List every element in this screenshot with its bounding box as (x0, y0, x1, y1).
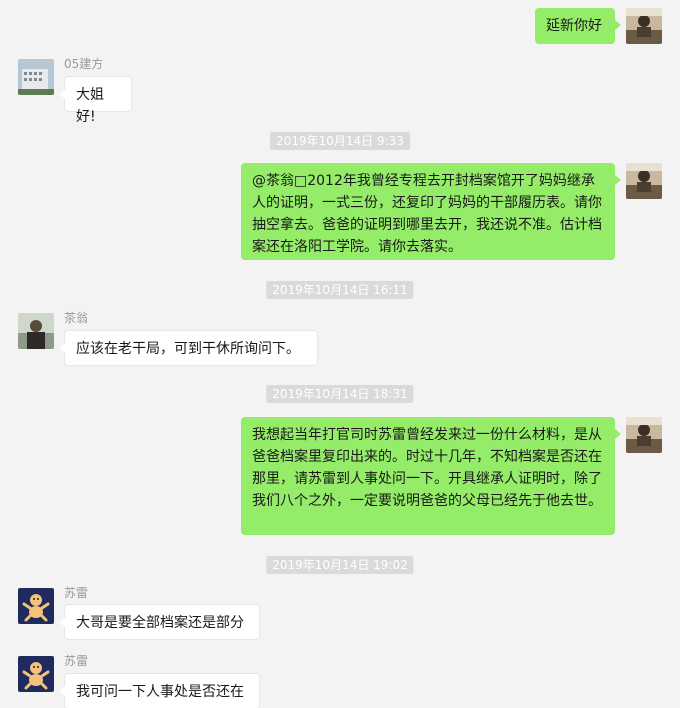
avatar[interactable] (18, 656, 54, 692)
avatar-self-icon (626, 163, 662, 199)
message-bubble-incoming[interactable]: 应该在老干局，可到干休所询问下。 (59, 330, 318, 366)
avatar-cartoon-icon (18, 588, 54, 624)
sender-name: 苏雷 (64, 654, 89, 668)
avatar[interactable] (626, 163, 662, 199)
message-bubble-outgoing[interactable]: 我想起当年打官司时苏雷曾经发来过一份什么材料，是从爸爸档案里复印出来的。时过十几… (241, 417, 621, 535)
timestamp: 2019年10月14日 19:02 (266, 556, 414, 574)
avatar-self-icon (626, 8, 662, 44)
message-bubble-incoming[interactable]: 大姐好! (59, 76, 132, 125)
timestamp: 2019年10月14日 18:31 (266, 385, 414, 403)
timestamp: 2019年10月14日 9:33 (270, 132, 410, 150)
avatar-person-icon (18, 313, 54, 349)
sender-name: 苏雷 (64, 586, 89, 600)
avatar-building-icon (18, 59, 54, 95)
avatar-self-icon (626, 417, 662, 453)
avatar[interactable] (18, 59, 54, 95)
message-bubble-incoming[interactable]: 大哥是要全部档案还是部分 (59, 604, 260, 640)
avatar-cartoon-icon (18, 656, 54, 692)
avatar[interactable] (18, 588, 54, 624)
message-bubble-incoming[interactable]: 我可问一下人事处是否还在 (59, 673, 260, 708)
avatar[interactable] (626, 8, 662, 44)
avatar[interactable] (626, 417, 662, 453)
chat-window: 延新你好 05建方 大姐好! 2019年10月14日 9:33 @茶翁□2012… (0, 0, 680, 708)
sender-name: 05建方 (64, 57, 104, 71)
message-bubble-outgoing[interactable]: 延新你好 (535, 8, 621, 44)
message-bubble-outgoing[interactable]: @茶翁□2012年我曾经专程去开封档案馆开了妈妈继承人的证明，一式三份，还复印了… (241, 163, 621, 260)
sender-name: 茶翁 (64, 311, 89, 325)
avatar[interactable] (18, 313, 54, 349)
timestamp: 2019年10月14日 16:11 (266, 281, 414, 299)
